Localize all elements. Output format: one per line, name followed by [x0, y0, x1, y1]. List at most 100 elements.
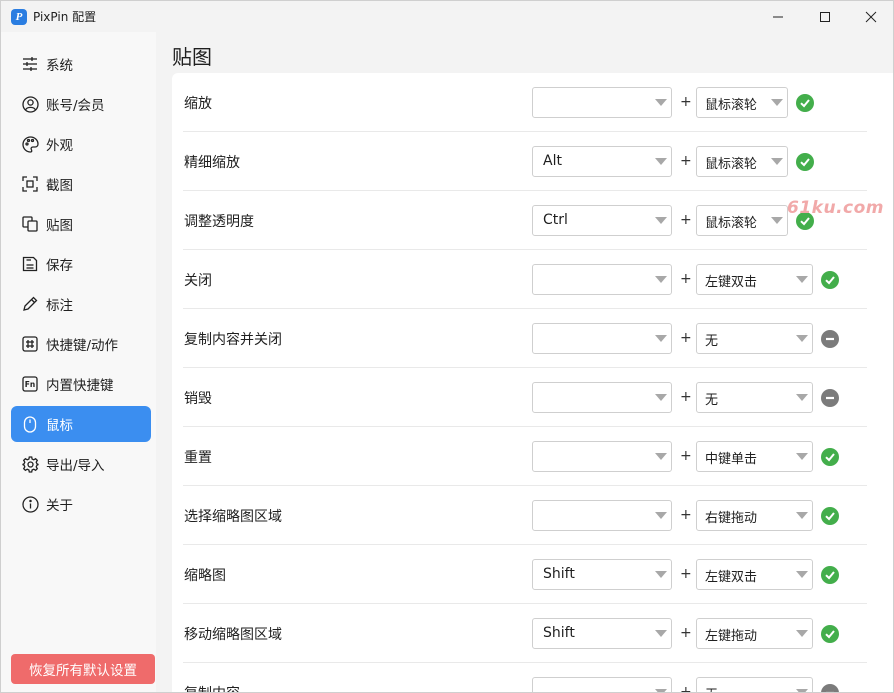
sidebar-item-system[interactable]: 系统: [11, 46, 151, 82]
mouse-action-select[interactable]: 左键双击: [696, 264, 813, 295]
check-ok-icon: [796, 94, 814, 112]
plus-sign: +: [680, 389, 692, 405]
chevron-down-icon: [655, 335, 667, 342]
binding-label: 销毁: [184, 391, 212, 407]
close-icon: [865, 11, 877, 22]
save-icon: [21, 255, 39, 273]
modifier-select[interactable]: [532, 677, 672, 692]
modifier-value: Alt: [543, 153, 562, 169]
chevron-down-icon: [655, 571, 667, 578]
binding-label: 复制内容: [184, 683, 240, 692]
mouse-action-select[interactable]: 左键双击: [696, 559, 813, 590]
plus-sign: +: [680, 212, 692, 228]
plus-sign: +: [680, 330, 692, 346]
sidebar-item-shortcuts[interactable]: 快捷键/动作: [11, 326, 151, 362]
chevron-down-icon: [655, 453, 667, 460]
maximize-button[interactable]: [802, 1, 848, 32]
mouse-icon: [21, 415, 39, 433]
chevron-down-icon: [655, 276, 667, 283]
modifier-select[interactable]: Ctrl: [532, 205, 672, 236]
binding-label: 移动缩略图区域: [184, 627, 282, 643]
svg-text:Fn: Fn: [25, 380, 35, 389]
plus-sign: +: [680, 153, 692, 169]
sidebar-item-annotate[interactable]: 标注: [11, 286, 151, 322]
sidebar-item-about[interactable]: 关于: [11, 486, 151, 522]
modifier-value: Shift: [543, 566, 575, 582]
binding-row: 缩略图 Shift + 左键双击: [183, 545, 867, 604]
chevron-down-icon: [796, 394, 808, 401]
mouse-action-select[interactable]: 鼠标滚轮: [696, 205, 788, 236]
binding-label: 缩放: [184, 96, 212, 112]
binding-label: 复制内容并关闭: [184, 332, 282, 348]
binding-row: 选择缩略图区域 + 右键拖动: [183, 486, 867, 545]
binding-row: 复制内容并关闭 + 无: [183, 309, 867, 368]
sidebar-item-label: 标注: [46, 298, 73, 314]
mouse-action-select[interactable]: 右键拖动: [696, 500, 813, 531]
sidebar-item-account[interactable]: 账号/会员: [11, 86, 151, 122]
sidebar-item-label: 外观: [46, 138, 73, 154]
mouse-action-select[interactable]: 鼠标滚轮: [696, 87, 788, 118]
mouse-action-select[interactable]: 无: [696, 677, 813, 692]
modifier-select[interactable]: Shift: [532, 559, 672, 590]
chevron-down-icon: [655, 394, 667, 401]
chevron-down-icon: [796, 276, 808, 283]
minimize-button[interactable]: [755, 1, 801, 32]
sidebar-item-appearance[interactable]: 外观: [11, 126, 151, 162]
modifier-select[interactable]: Shift: [532, 618, 672, 649]
modifier-select[interactable]: [532, 264, 672, 295]
plus-sign: +: [680, 507, 692, 523]
chevron-down-icon: [796, 630, 808, 637]
sidebar-item-label: 鼠标: [46, 418, 73, 434]
binding-row: 移动缩略图区域 Shift + 左键拖动: [183, 604, 867, 663]
plus-sign: +: [680, 271, 692, 287]
sidebar: 系统 账号/会员 外观 截图 贴图 保存 标注 快捷键/动作 Fn 内置快捷键 …: [1, 32, 156, 692]
mouse-action-value: 鼠标滚轮: [705, 98, 758, 113]
plus-sign: +: [680, 625, 692, 641]
page-title: 贴图: [172, 45, 212, 69]
chevron-down-icon: [771, 99, 783, 106]
app-logo-icon: P: [11, 8, 27, 25]
sidebar-item-export-import[interactable]: 导出/导入: [11, 446, 151, 482]
check-ok-icon: [796, 153, 814, 171]
disabled-minus-icon: [821, 684, 839, 692]
binding-row: 精细缩放 Alt + 鼠标滚轮: [183, 132, 867, 191]
pixpin-settings-window: P PixPin 配置 系统 账号/会员 外观 截图 贴图 保存 标注 快捷键/…: [0, 0, 894, 693]
sidebar-item-pin[interactable]: 贴图: [11, 206, 151, 242]
sidebar-item-label: 系统: [46, 58, 73, 74]
close-button[interactable]: [848, 1, 893, 32]
plus-sign: +: [680, 684, 692, 693]
reset-defaults-button[interactable]: 恢复所有默认设置: [11, 654, 155, 684]
mouse-action-select[interactable]: 无: [696, 382, 813, 413]
sidebar-item-label: 关于: [46, 498, 73, 514]
modifier-select[interactable]: [532, 323, 672, 354]
binding-row: 复制内容 + 无: [183, 663, 867, 693]
binding-row: 销毁 + 无: [183, 368, 867, 427]
sidebar-item-save[interactable]: 保存: [11, 246, 151, 282]
modifier-select[interactable]: [532, 441, 672, 472]
modifier-select[interactable]: Alt: [532, 146, 672, 177]
binding-row: 重置 + 中键单击: [183, 427, 867, 486]
sidebar-item-mouse[interactable]: 鼠标: [11, 406, 151, 442]
sidebar-item-builtin-shortcuts[interactable]: Fn 内置快捷键: [11, 366, 151, 402]
mouse-action-value: 鼠标滚轮: [705, 157, 758, 172]
mouse-action-select[interactable]: 无: [696, 323, 813, 354]
modifier-select[interactable]: [532, 382, 672, 413]
plus-sign: +: [680, 94, 692, 110]
mouse-action-select[interactable]: 中键单击: [696, 441, 813, 472]
modifier-select[interactable]: [532, 87, 672, 118]
modifier-select[interactable]: [532, 500, 672, 531]
check-ok-icon: [821, 271, 839, 289]
mouse-action-value: 左键双击: [705, 570, 758, 585]
chevron-down-icon: [655, 630, 667, 637]
mouse-action-select[interactable]: 鼠标滚轮: [696, 146, 788, 177]
binding-row: 关闭 + 左键双击: [183, 250, 867, 309]
sidebar-item-screenshot[interactable]: 截图: [11, 166, 151, 202]
chevron-down-icon: [796, 512, 808, 519]
sidebar-item-label: 导出/导入: [46, 458, 105, 474]
sidebar-item-label: 快捷键/动作: [46, 338, 119, 354]
hash-icon: [21, 335, 39, 353]
mouse-action-select[interactable]: 左键拖动: [696, 618, 813, 649]
mouse-action-value: 左键拖动: [705, 629, 758, 644]
mouse-action-value: 无: [705, 393, 719, 408]
mouse-action-value: 中键单击: [705, 452, 758, 467]
